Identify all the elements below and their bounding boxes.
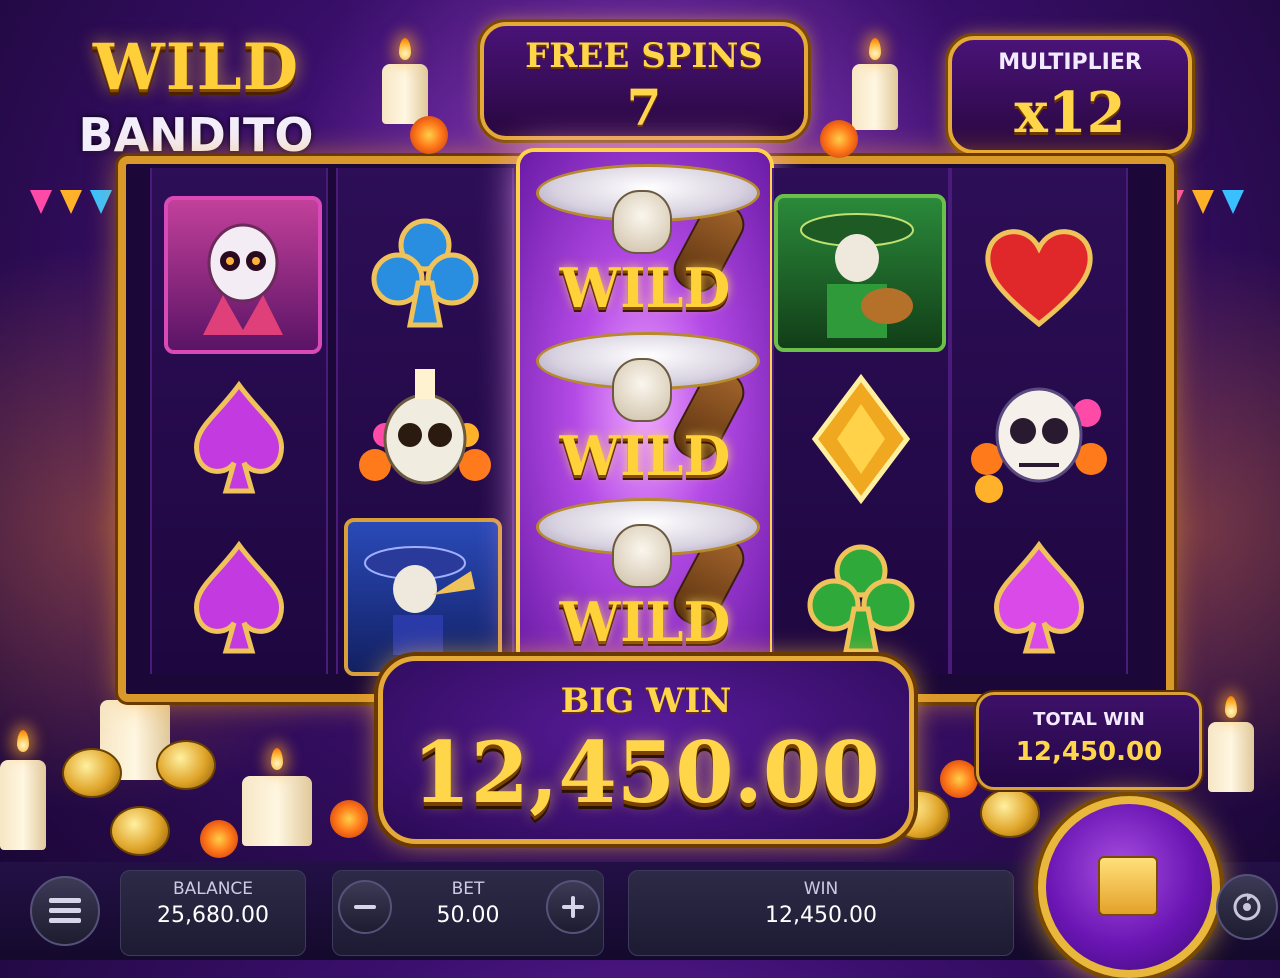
papel-picado-banner — [30, 190, 52, 214]
increase-bet-button[interactable] — [546, 880, 600, 934]
logo-bandito-text: BANDITO — [78, 108, 314, 162]
sugar-skull-candle-symbol — [350, 360, 500, 510]
wild-symbol: WILD — [528, 160, 762, 322]
total-win-amount: 12,450.00 — [1015, 737, 1163, 767]
big-win-banner: BIG WIN 12,450.00 — [378, 656, 914, 844]
green-club-symbol — [786, 524, 936, 674]
candle-flame — [399, 38, 411, 60]
gold-coin — [110, 806, 170, 856]
marigold-flower — [410, 116, 448, 154]
free-spins-count: 7 — [626, 78, 662, 137]
candle-flame — [1225, 696, 1237, 718]
reel-4 — [772, 168, 950, 674]
spin-stop-button[interactable] — [1038, 796, 1220, 978]
marigold-flower — [330, 800, 368, 838]
gold-diamond-symbol — [786, 364, 936, 514]
big-win-amount: 12,450.00 — [412, 723, 880, 822]
gold-coin — [62, 748, 122, 798]
menu-button[interactable] — [30, 876, 100, 946]
reel-5 — [950, 168, 1128, 674]
balance-value: 25,680.00 — [157, 903, 269, 928]
marigold-flower — [200, 820, 238, 858]
skull-icon — [612, 358, 672, 422]
wild-label: WILD — [559, 424, 731, 488]
candle — [0, 760, 46, 850]
gold-coin — [156, 740, 216, 790]
wild-symbol: WILD — [528, 328, 762, 490]
logo-wild-text: WILD — [92, 30, 300, 105]
multiplier-label: MULTIPLIER — [998, 50, 1142, 75]
balance-label: BALANCE — [172, 879, 254, 899]
red-heart-symbol — [964, 200, 1114, 350]
skull-icon — [612, 190, 672, 254]
gold-coin — [980, 788, 1040, 838]
decrease-bet-button[interactable] — [338, 880, 392, 934]
win-value: 12,450.00 — [765, 903, 877, 928]
win-panel: WIN 12,450.00 — [628, 870, 1014, 956]
candle — [852, 64, 898, 130]
multiplier-display: MULTIPLIER x12 — [948, 36, 1192, 154]
catrina-fan-symbol — [164, 196, 322, 354]
multiplier-value: x12 — [1014, 80, 1126, 146]
reel-2 — [336, 168, 514, 676]
total-win-display: TOTAL WIN 12,450.00 — [976, 692, 1202, 790]
reel-1 — [150, 168, 328, 674]
candle-flame — [271, 748, 283, 770]
skull-icon — [612, 524, 672, 588]
marigold-flower — [940, 760, 978, 798]
marigold-flower — [820, 120, 858, 158]
candle-flame — [869, 38, 881, 60]
sugar-skull-flowers-symbol — [964, 364, 1114, 514]
win-label: WIN — [803, 879, 839, 899]
candle-flame — [17, 730, 29, 752]
minus-icon — [354, 905, 376, 909]
papel-picado-banner — [1222, 190, 1244, 214]
menu-icon — [49, 898, 81, 923]
purple-spade-symbol — [164, 524, 314, 674]
wild-symbol: WILD — [528, 494, 762, 656]
wild-label: WILD — [559, 256, 731, 320]
autoplay-icon — [1233, 893, 1261, 921]
papel-picado-banner — [1192, 190, 1214, 214]
green-mariachi-guitar-symbol — [774, 194, 946, 352]
candle — [242, 776, 312, 846]
purple-spade-symbol — [164, 364, 314, 514]
stop-icon — [1098, 856, 1158, 916]
free-spins-counter: FREE SPINS 7 — [480, 22, 808, 140]
candle — [1208, 722, 1254, 792]
plus-icon — [562, 896, 584, 918]
purple-spade-symbol — [964, 524, 1114, 674]
big-win-label: BIG WIN — [560, 681, 732, 721]
trumpet-mariachi-symbol — [344, 518, 502, 676]
free-spins-label: FREE SPINS — [525, 36, 763, 76]
wild-label: WILD — [559, 590, 731, 654]
total-win-label: TOTAL WIN — [1033, 709, 1145, 730]
autoplay-button[interactable] — [1216, 874, 1278, 940]
blue-club-symbol — [350, 198, 500, 348]
balance-panel: BALANCE 25,680.00 — [120, 870, 306, 956]
candle — [382, 64, 428, 124]
